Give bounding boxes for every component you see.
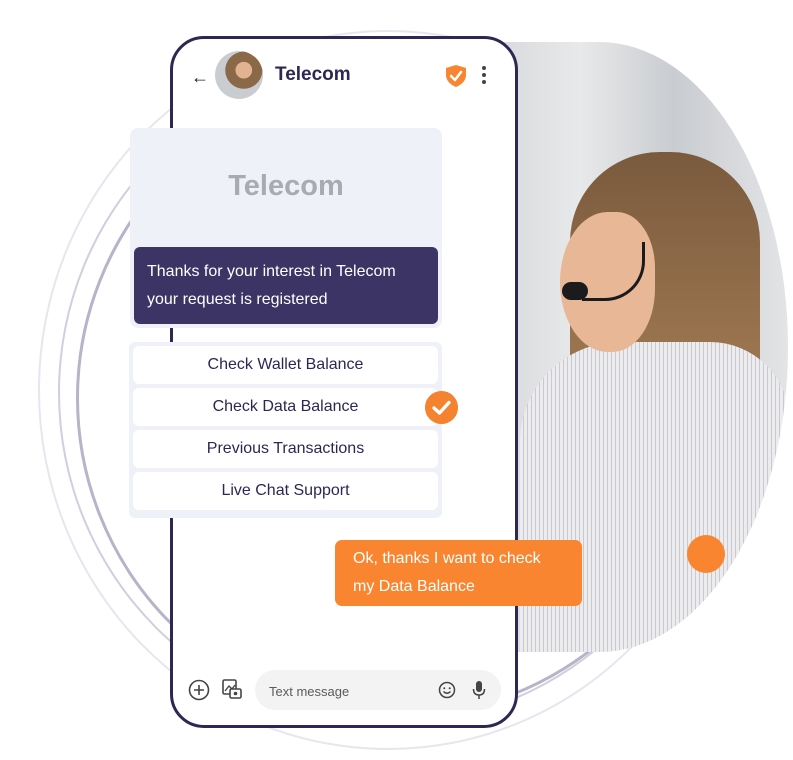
user-message-bubble: Ok, thanks I want to check my Data Balan… (335, 540, 582, 606)
headset-mic (562, 282, 588, 300)
brand-card: Telecom Thanks for your interest in Tele… (130, 128, 442, 328)
chat-header: ← Telecom (173, 39, 515, 119)
decorative-orange-dot (687, 535, 725, 573)
emoji-icon[interactable] (438, 681, 456, 699)
more-vertical-icon[interactable] (481, 66, 487, 86)
microphone-icon[interactable] (471, 680, 487, 700)
quick-reply-options: Check Wallet Balance Check Data Balance … (129, 342, 442, 518)
text-message-input[interactable] (267, 670, 431, 712)
shield-check-icon[interactable] (445, 64, 467, 88)
contact-name: Telecom (275, 64, 351, 85)
arrow-left-icon[interactable]: ← (191, 67, 209, 88)
bot-message-bubble: Thanks for your interest in Telecom your… (134, 247, 438, 324)
option-live-chat-support[interactable]: Live Chat Support (133, 472, 438, 510)
option-check-wallet-balance[interactable]: Check Wallet Balance (133, 346, 438, 384)
option-previous-transactions[interactable]: Previous Transactions (133, 430, 438, 468)
text-message-field (255, 670, 501, 712)
avatar[interactable] (215, 51, 263, 99)
add-circle-icon[interactable] (188, 679, 210, 701)
gallery-icon[interactable] (221, 678, 243, 700)
option-check-data-balance[interactable]: Check Data Balance (133, 388, 438, 426)
message-composer (173, 667, 515, 715)
selected-check-icon (425, 391, 458, 424)
brand-logo-text: Telecom (228, 170, 344, 202)
